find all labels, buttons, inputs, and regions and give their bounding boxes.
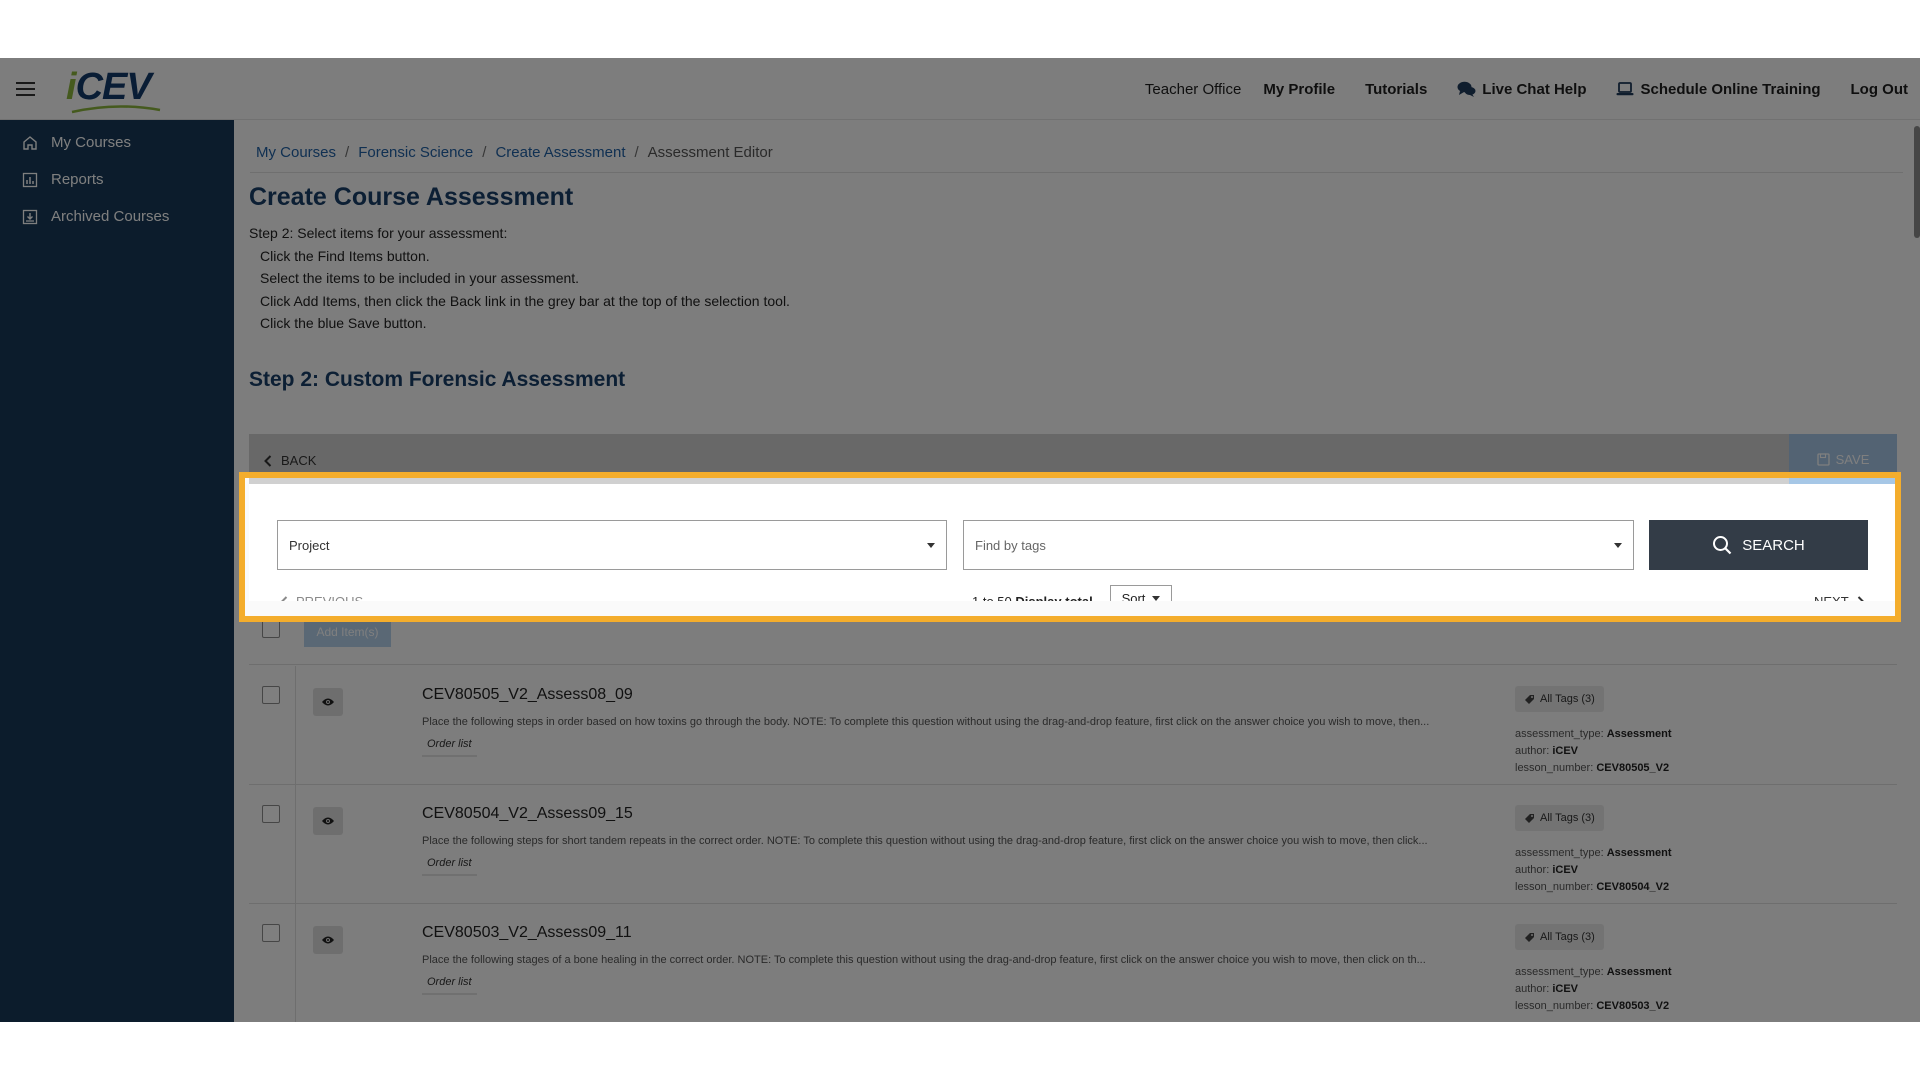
dim-overlay	[0, 58, 1920, 472]
highlight-frame	[239, 472, 1901, 622]
dim-overlay	[0, 622, 1920, 1022]
app-window: iCEV Teacher Office My Profile Tutorials…	[0, 58, 1920, 1022]
screenshot-stage: iCEV Teacher Office My Profile Tutorials…	[0, 0, 1920, 1080]
dim-overlay	[0, 472, 243, 622]
